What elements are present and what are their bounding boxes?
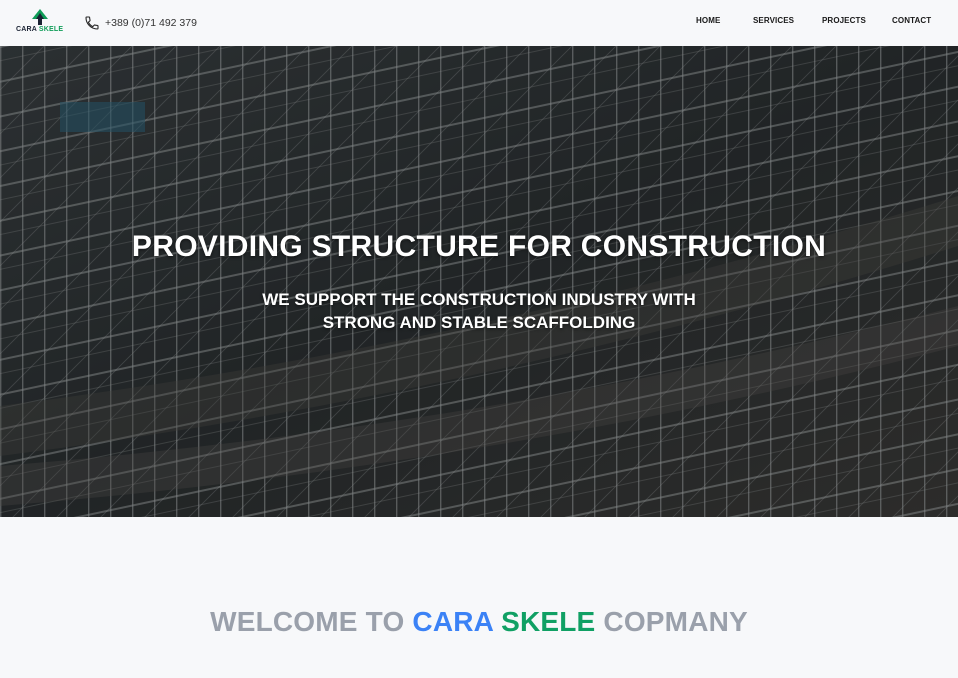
nav-services[interactable]: SERVICES <box>753 16 794 25</box>
phone-contact[interactable]: +389 (0)71 492 379 <box>84 15 197 31</box>
welcome-prefix: WELCOME TO <box>210 606 405 637</box>
nav-home[interactable]: HOME <box>696 16 720 25</box>
hero-subtitle-line2: STRONG AND STABLE SCAFFOLDING <box>322 313 636 332</box>
welcome-suffix: COPMANY <box>603 606 748 637</box>
logo-text-skele: SKELE <box>38 26 64 33</box>
logo-building-icon <box>32 9 48 25</box>
phone-icon <box>85 16 99 30</box>
welcome-name-cara: CARA <box>412 606 494 637</box>
welcome-name-skele: SKELE <box>501 606 596 637</box>
site-logo[interactable]: CARA SKELE <box>14 6 66 36</box>
logo-text: CARA SKELE <box>16 26 63 33</box>
site-header: CARA SKELE +389 (0)71 492 379 HOME SERVI… <box>0 0 958 46</box>
logo-text-cara: CARA <box>16 26 37 33</box>
nav-projects[interactable]: PROJECTS <box>822 16 866 25</box>
hero-banner: PROVIDING STRUCTURE FOR CONSTRUCTION WE … <box>0 46 958 517</box>
hero-overlay <box>0 46 958 517</box>
phone-number: +389 (0)71 492 379 <box>105 17 197 29</box>
hero-subtitle-line1: WE SUPPORT THE CONSTRUCTION INDUSTRY WIT… <box>262 290 696 309</box>
nav-contact[interactable]: CONTACT <box>892 16 931 25</box>
hero-subtitle: WE SUPPORT THE CONSTRUCTION INDUSTRY WIT… <box>229 288 729 334</box>
welcome-heading: WELCOME TO CARA SKELE COPMANY <box>0 606 958 638</box>
hero-title: PROVIDING STRUCTURE FOR CONSTRUCTION <box>131 230 827 263</box>
